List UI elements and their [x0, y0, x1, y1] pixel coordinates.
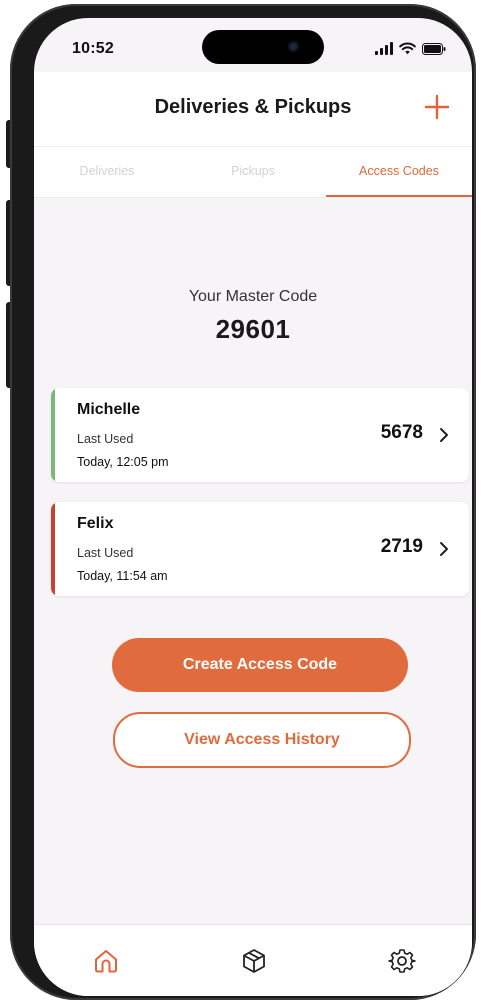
- access-code-card-michelle[interactable]: Michelle Last Used Today, 12:05 pm 5678: [51, 388, 469, 482]
- tab-label: Deliveries: [79, 164, 135, 178]
- status-time: 10:52: [72, 40, 114, 57]
- add-button[interactable]: [422, 92, 452, 122]
- nav-settings[interactable]: [388, 947, 416, 975]
- chevron-right-icon: [440, 542, 448, 556]
- wifi-icon: [399, 42, 416, 55]
- tab-label: Access Codes: [359, 164, 439, 178]
- card-code: 2719: [380, 536, 423, 557]
- chevron-right-icon: [440, 428, 448, 442]
- tab-bar: Deliveries Pickups Access Codes: [34, 146, 472, 198]
- screen: 10:52 Deliveries & Pickups Deliveries Pi…: [34, 18, 472, 996]
- card-accent-bar: [51, 502, 55, 596]
- nav-packages[interactable]: [240, 947, 268, 975]
- master-code-label: Your Master Code: [188, 288, 318, 305]
- home-icon: [95, 950, 117, 973]
- active-tab-indicator: [326, 195, 472, 197]
- signal-icon: [375, 42, 393, 55]
- phone-frame: 10:52 Deliveries & Pickups Deliveries Pi…: [10, 4, 476, 1000]
- card-last-used-label: Last Used: [77, 546, 134, 560]
- master-code-value: 29601: [215, 314, 291, 344]
- tab-label: Pickups: [231, 164, 275, 178]
- app-header: Deliveries & Pickups: [34, 72, 472, 146]
- access-code-card-felix[interactable]: Felix Last Used Today, 11:54 am 2719: [51, 502, 469, 596]
- view-access-history-button[interactable]: View Access History: [113, 712, 411, 768]
- nav-home[interactable]: [92, 947, 120, 975]
- create-access-code-button[interactable]: Create Access Code: [112, 638, 408, 692]
- card-accent-bar: [51, 388, 55, 482]
- bottom-nav: [34, 924, 472, 996]
- card-name: Michelle: [77, 401, 141, 418]
- card-name: Felix: [77, 515, 114, 532]
- status-icons: [375, 42, 446, 55]
- package-icon: [243, 949, 265, 973]
- card-last-used-time: Today, 11:54 am: [77, 569, 168, 583]
- battery-icon: [422, 43, 446, 55]
- tab-access-codes[interactable]: Access Codes: [326, 147, 472, 197]
- tab-deliveries[interactable]: Deliveries: [34, 147, 180, 197]
- dynamic-island: [202, 30, 324, 64]
- camera-icon: [288, 41, 299, 52]
- card-code: 5678: [380, 422, 423, 443]
- card-last-used-time: Today, 12:05 pm: [77, 455, 169, 469]
- plus-icon: [424, 94, 450, 120]
- status-bar: 10:52: [34, 18, 472, 72]
- page-title: Deliveries & Pickups: [154, 96, 352, 118]
- tab-pickups[interactable]: Pickups: [180, 147, 326, 197]
- gear-icon: [388, 949, 416, 973]
- card-last-used-label: Last Used: [77, 432, 134, 446]
